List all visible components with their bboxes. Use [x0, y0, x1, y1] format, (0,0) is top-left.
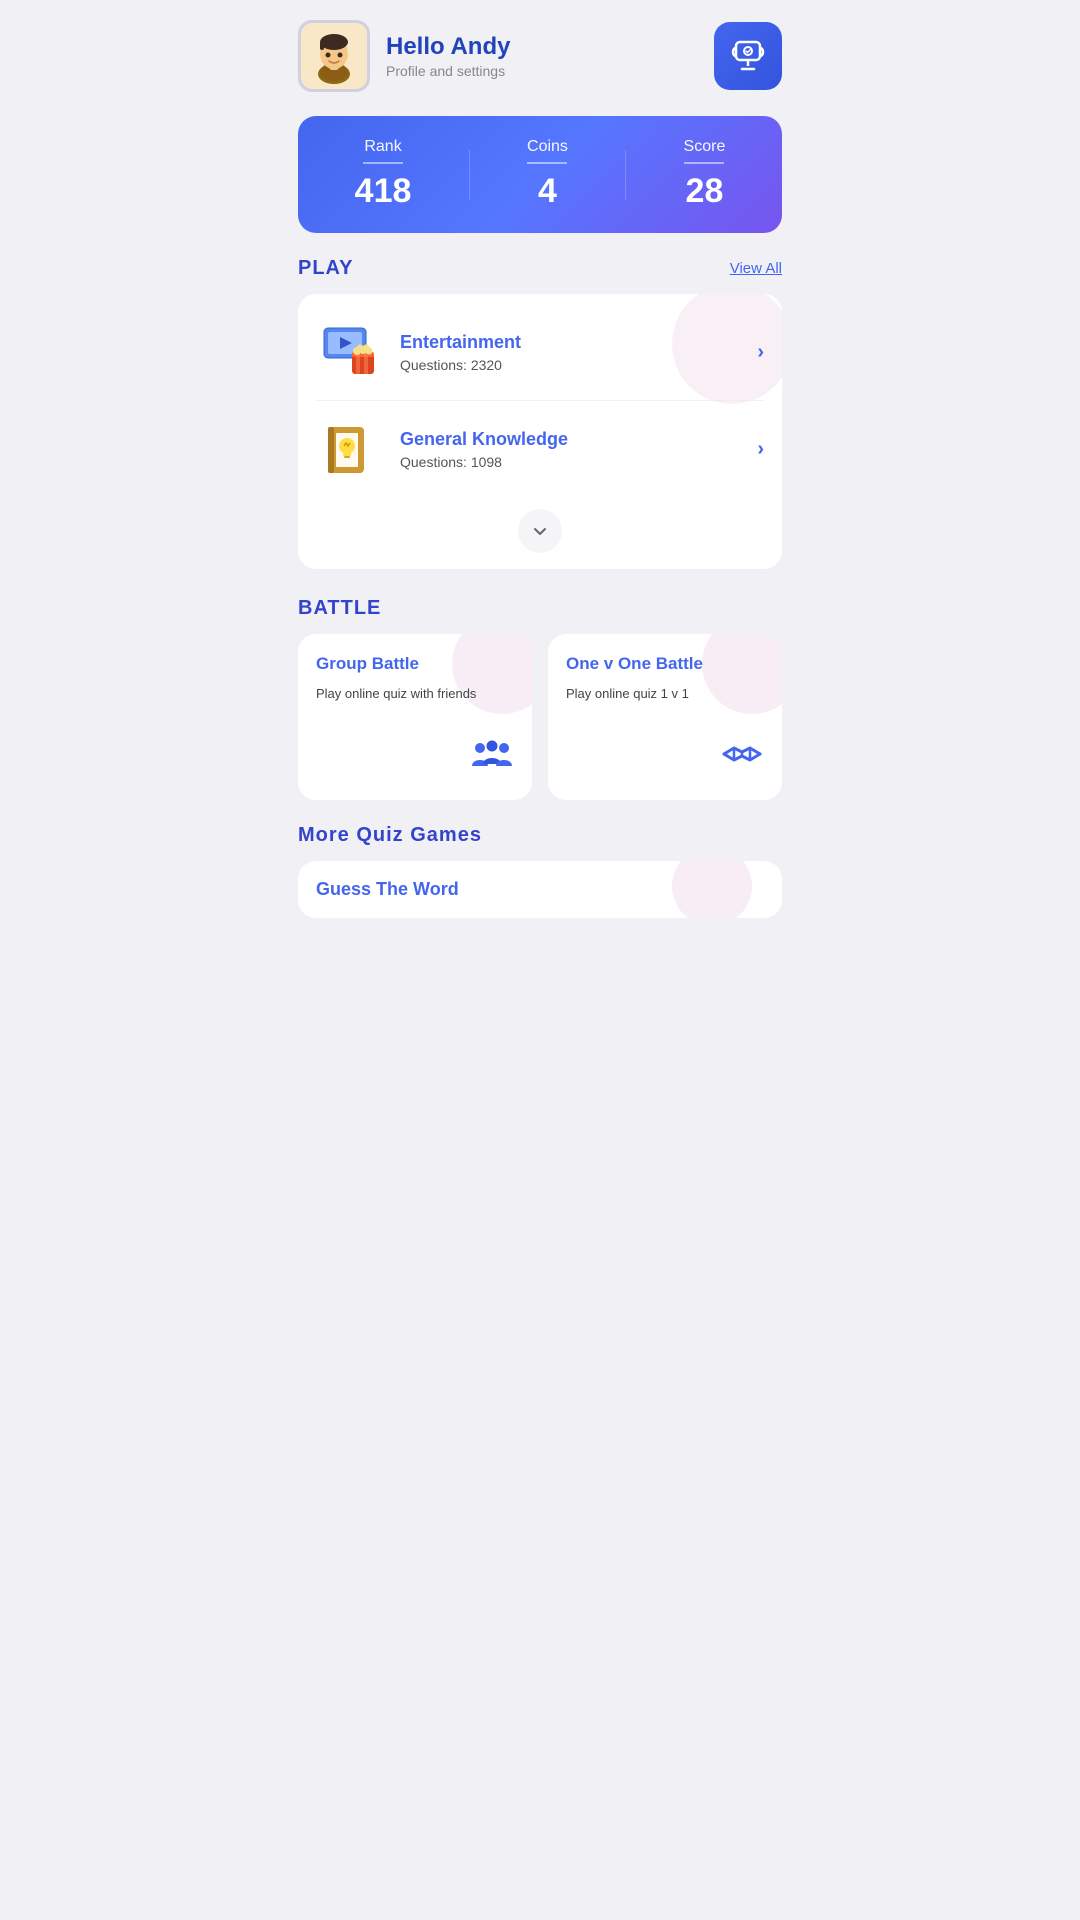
- entertainment-title: Entertainment: [400, 332, 757, 353]
- expand-button[interactable]: [518, 509, 562, 553]
- profile-subtitle: Profile and settings: [386, 63, 510, 79]
- score-divider: [684, 162, 724, 164]
- entertainment-chevron-icon: ›: [757, 341, 764, 364]
- expand-button-wrapper: [298, 497, 782, 561]
- entertainment-text: Entertainment Questions: 2320: [400, 332, 757, 373]
- guess-the-word-card[interactable]: Guess The Word: [298, 861, 782, 918]
- one-v-one-card[interactable]: One v One Battle Play online quiz 1 v 1: [548, 634, 782, 800]
- group-battle-icon: [316, 732, 514, 784]
- play-section-header: PLAY View All: [270, 257, 810, 280]
- group-battle-card[interactable]: Group Battle Play online quiz with frien…: [298, 634, 532, 800]
- coins-stat: Coins 4: [527, 138, 568, 211]
- entertainment-questions: Questions: 2320: [400, 357, 757, 373]
- general-knowledge-icon: [316, 415, 384, 483]
- score-value: 28: [684, 172, 726, 211]
- battle-section-header: BATTLE: [270, 597, 810, 620]
- battle-title: BATTLE: [298, 597, 381, 620]
- battle-cards-container: Group Battle Play online quiz with frien…: [270, 634, 810, 800]
- user-profile-section[interactable]: Hello Andy Profile and settings: [298, 20, 510, 92]
- trophy-button[interactable]: [714, 22, 782, 90]
- coins-value: 4: [527, 172, 568, 211]
- general-knowledge-chevron-icon: ›: [757, 438, 764, 461]
- rank-value: 418: [355, 172, 412, 211]
- more-section: More Quiz Games Guess The Word: [270, 824, 810, 918]
- coins-divider: [527, 162, 567, 164]
- coins-label: Coins: [527, 138, 568, 156]
- stats-banner: Rank 418 Coins 4 Score 28: [298, 116, 782, 233]
- entertainment-item[interactable]: Entertainment Questions: 2320 ›: [298, 304, 782, 400]
- one-v-one-icon: [566, 732, 764, 784]
- user-info: Hello Andy Profile and settings: [386, 33, 510, 79]
- general-knowledge-item[interactable]: General Knowledge Questions: 1098 ›: [298, 401, 782, 497]
- rank-stat: Rank 418: [355, 138, 412, 211]
- one-v-one-title: One v One Battle: [566, 654, 764, 674]
- score-stat: Score 28: [684, 138, 726, 211]
- entertainment-icon: [316, 318, 384, 386]
- general-knowledge-questions: Questions: 1098: [400, 454, 757, 470]
- header: Hello Andy Profile and settings: [270, 0, 810, 108]
- play-card: Entertainment Questions: 2320 › Gener: [298, 294, 782, 569]
- group-battle-desc: Play online quiz with friends: [316, 684, 514, 704]
- score-label: Score: [684, 138, 726, 156]
- rank-label: Rank: [355, 138, 412, 156]
- stat-separator-2: [625, 150, 626, 200]
- more-title: More Quiz Games: [298, 824, 782, 847]
- play-title: PLAY: [298, 257, 354, 280]
- one-v-one-desc: Play online quiz 1 v 1: [566, 684, 764, 704]
- general-knowledge-title: General Knowledge: [400, 429, 757, 450]
- view-all-button[interactable]: View All: [730, 260, 782, 277]
- guess-the-word-title: Guess The Word: [316, 879, 764, 900]
- user-greeting: Hello Andy: [386, 33, 510, 61]
- general-knowledge-text: General Knowledge Questions: 1098: [400, 429, 757, 470]
- rank-divider: [363, 162, 403, 164]
- battle-section: BATTLE Group Battle Play online quiz wit…: [270, 597, 810, 800]
- avatar: [298, 20, 370, 92]
- stat-separator-1: [469, 150, 470, 200]
- group-battle-title: Group Battle: [316, 654, 514, 674]
